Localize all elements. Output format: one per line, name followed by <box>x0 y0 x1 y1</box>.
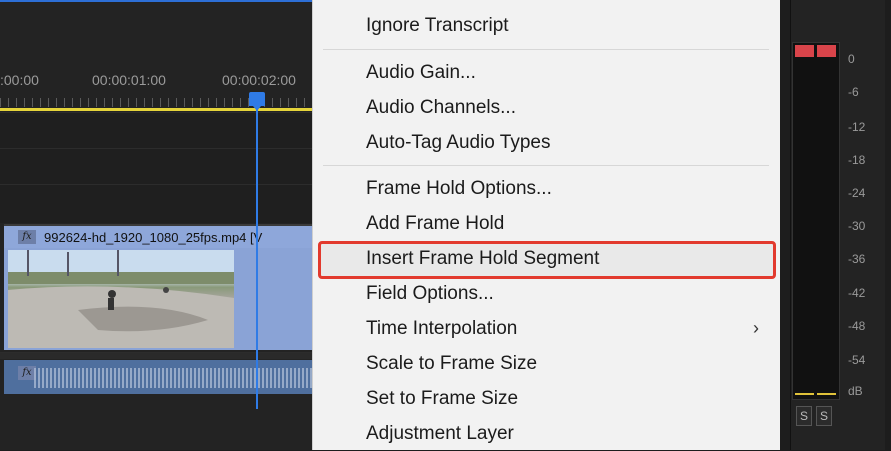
audio-clip[interactable]: fx <box>4 360 312 394</box>
menu-item-time-interpolation[interactable]: Time Interpolation › <box>313 311 781 346</box>
menu-separator <box>323 165 769 166</box>
track-row <box>0 184 312 223</box>
level-bar-right <box>817 393 836 395</box>
db-label: 0 <box>848 52 855 66</box>
clip-name: 992624-hd_1920_1080_25fps.mp4 [V <box>44 230 263 245</box>
work-area-bar[interactable] <box>0 108 312 111</box>
db-unit-label: dB <box>848 384 863 398</box>
timecode-label: 00:00:02:00 <box>222 72 296 88</box>
track-row <box>0 112 312 149</box>
timeline-panel: :00:00 00:00:01:00 00:00:02:00 fx 992624… <box>0 0 312 450</box>
skatepark-thumbnail-image <box>8 250 234 348</box>
db-label: -42 <box>848 286 866 300</box>
menu-item-scale-to-frame-size[interactable]: Scale to Frame Size <box>313 346 781 381</box>
audio-waveform <box>34 368 312 388</box>
menu-item-audio-channels[interactable]: Audio Channels... <box>313 90 781 125</box>
db-label: -48 <box>848 319 866 333</box>
menu-item-audio-gain[interactable]: Audio Gain... <box>313 55 781 90</box>
menu-item-adjustment-layer[interactable]: Adjustment Layer <box>313 416 781 451</box>
time-ruler[interactable]: :00:00 00:00:01:00 00:00:02:00 <box>0 60 312 112</box>
db-label: -54 <box>848 353 866 367</box>
track-divider <box>0 352 312 359</box>
level-bar-left <box>795 393 814 395</box>
db-label: -18 <box>848 153 866 167</box>
menu-item-insert-frame-hold-segment[interactable]: Insert Frame Hold Segment <box>313 241 781 276</box>
db-label: -24 <box>848 186 866 200</box>
db-label: -12 <box>848 120 866 134</box>
db-label: -6 <box>848 85 859 99</box>
db-label: -36 <box>848 252 866 266</box>
video-clip[interactable]: fx 992624-hd_1920_1080_25fps.mp4 [V <box>4 224 312 350</box>
menu-item-auto-tag-audio-types[interactable]: Auto-Tag Audio Types <box>313 125 781 160</box>
playhead-line[interactable] <box>256 104 258 409</box>
clip-header: fx 992624-hd_1920_1080_25fps.mp4 [V <box>4 226 312 248</box>
clip-thumbnail <box>8 250 234 348</box>
solo-button-right[interactable]: S <box>816 406 832 426</box>
peak-indicator-right[interactable] <box>817 45 836 57</box>
peak-indicator-left[interactable] <box>795 45 814 57</box>
context-menu: Ignore Transcript Audio Gain... Audio Ch… <box>312 0 782 450</box>
db-label: -30 <box>848 219 866 233</box>
solo-button-left[interactable]: S <box>796 406 812 426</box>
menu-item-frame-hold-options[interactable]: Frame Hold Options... <box>313 171 781 206</box>
menu-item-add-frame-hold[interactable]: Add Frame Hold <box>313 206 781 241</box>
chevron-right-icon: › <box>753 318 759 338</box>
menu-item-field-options[interactable]: Field Options... <box>313 276 781 311</box>
panel-focus-edge <box>0 0 312 2</box>
menu-separator <box>323 49 769 50</box>
timecode-label: 00:00:01:00 <box>92 72 166 88</box>
track-row <box>0 148 312 185</box>
audio-meter-panel: 0 -6 -12 -18 -24 -30 -36 -42 -48 -54 dB … <box>780 0 891 450</box>
menu-item-ignore-transcript[interactable]: Ignore Transcript <box>313 8 781 43</box>
audio-meter <box>792 42 840 400</box>
fx-badge[interactable]: fx <box>18 230 36 244</box>
menu-item-set-to-frame-size[interactable]: Set to Frame Size <box>313 381 781 416</box>
timecode-label: :00:00 <box>0 72 39 88</box>
ruler-ticks <box>0 98 312 107</box>
